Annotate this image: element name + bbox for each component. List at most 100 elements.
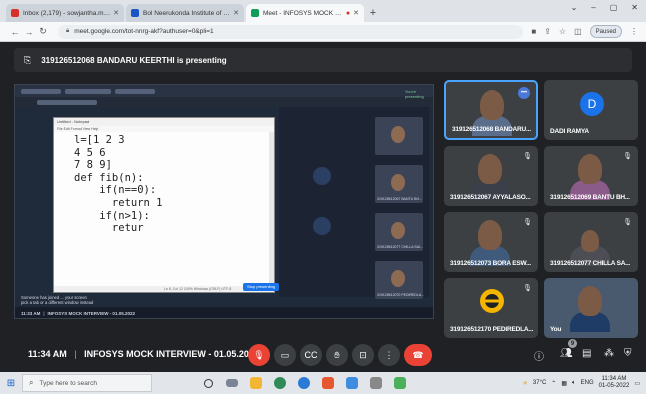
participant-video xyxy=(480,90,504,120)
participant-tile[interactable]: 🎙︎ 319126512073 BORA ESW... xyxy=(444,212,538,272)
activities-icon[interactable]: ⁂ xyxy=(604,348,614,359)
hand-icon: ✋︎ xyxy=(334,349,340,360)
sidebar-icon[interactable]: ◫ xyxy=(574,27,582,36)
chevron-up-icon[interactable]: ⌃ xyxy=(551,380,556,387)
present-button[interactable]: ⊡ xyxy=(352,344,374,366)
more-vert-icon: ⋮ xyxy=(384,349,394,360)
participant-video xyxy=(478,220,502,250)
notepad-title: Untitled - Notepad xyxy=(54,118,274,126)
forward-icon[interactable]: → xyxy=(22,27,36,37)
network-icon[interactable]: ▦ xyxy=(561,380,567,387)
url-field[interactable]: 🔒︎ meet.google.com/tot-nnrg-akf?authuser… xyxy=(58,24,524,39)
close-icon[interactable]: ✕ xyxy=(113,9,119,17)
participant-name: You xyxy=(550,326,562,333)
cortana-icon[interactable] xyxy=(204,379,213,388)
participant-tile[interactable]: 🎙︎ 319126512067 AYYALASO... xyxy=(444,146,538,206)
screenshot-frame: Inbox (2,179) - sowjantha.mcr@ ✕ Bol Nee… xyxy=(0,0,646,394)
people-count-badge: 9 xyxy=(568,339,577,348)
tab-label: Inbox (2,179) - sowjantha.mcr@ xyxy=(23,9,111,17)
lock-icon: 🔒︎ xyxy=(66,28,70,34)
participant-tile[interactable]: D DADI RAMYA xyxy=(544,80,638,140)
raise-hand-button[interactable]: ✋︎ xyxy=(326,344,348,366)
presenting-banner: ⎘ 319126512068 BANDARU KEERTHI is presen… xyxy=(14,48,632,72)
more-options-icon[interactable]: ••• xyxy=(518,87,530,99)
tab-meet[interactable]: Meet - INFOSYS MOCK INTE ● ✕ xyxy=(246,4,364,22)
share-icon[interactable]: ⇪ xyxy=(544,27,551,36)
menu-icon[interactable]: ⋮ xyxy=(630,27,638,36)
shared-participant-panel: 319126512067 BANTU BH... 319126512077 CH… xyxy=(279,107,429,299)
participant-tile[interactable]: 🎙︎ 319126512170 PEDIREDLA... xyxy=(444,278,538,338)
reload-icon[interactable]: ↻ xyxy=(36,26,50,37)
store-icon[interactable] xyxy=(346,377,358,389)
participant-tile[interactable]: 🎙︎ 319126512077 CHILLA SA... xyxy=(544,212,638,272)
separator: | xyxy=(43,311,45,316)
notifications-icon[interactable]: ▭ xyxy=(634,380,640,387)
code-editor: l=[1 2 34 5 67 8 9] def fib(n): if(n==0):… xyxy=(54,132,274,235)
plus-icon[interactable]: + xyxy=(366,4,380,22)
window-controls: ⌄ – ▢ ✕ xyxy=(571,3,638,12)
shared-meet-footer: 11:33 AM | INFOSYS MOCK INTERVIEW - 01.0… xyxy=(15,307,433,318)
close-icon[interactable]: ✕ xyxy=(353,9,359,17)
edge-icon[interactable] xyxy=(298,377,310,389)
gmail-icon xyxy=(11,9,19,17)
participant-tile[interactable]: ••• 319126512068 BANDARU... xyxy=(444,80,538,140)
office-icon[interactable] xyxy=(322,377,334,389)
info-icon[interactable]: ⓘ xyxy=(534,348,544,363)
hang-up-icon: ☎︎ xyxy=(412,349,424,360)
camera-indicator-icon[interactable]: ■ xyxy=(531,27,536,36)
tab-institute[interactable]: Bol Neerukonda Institute of Tec ✕ xyxy=(126,4,244,22)
mic-off-icon: 🎙︎ xyxy=(623,153,632,160)
code-line: 7 8 9] xyxy=(74,159,112,172)
code-line: return 1 xyxy=(74,196,163,209)
share-notice: Someone has joined ... your screen pick … xyxy=(21,295,93,305)
file-explorer-icon[interactable] xyxy=(250,377,262,389)
chrome-icon[interactable] xyxy=(274,377,286,389)
shared-tile: 319126512070 PEDIREDLA... xyxy=(375,261,424,299)
more-options-button[interactable]: ⋮ xyxy=(378,344,400,366)
participant-name: 319126512069 BANTU BH... xyxy=(550,194,630,201)
close-icon[interactable]: ✕ xyxy=(631,3,638,12)
mic-off-icon: 🎙︎ xyxy=(523,219,532,226)
shared-title: INFOSYS MOCK INTERVIEW - 01.05.2022 xyxy=(47,311,135,316)
shared-tile: 319126512067 BANTU BH... xyxy=(375,165,423,203)
clock[interactable]: 11:34 AM 01-05-2022 xyxy=(599,376,630,390)
maximize-icon[interactable]: ▢ xyxy=(610,3,618,12)
stop-presenting-button[interactable]: Stop presenting xyxy=(243,283,280,291)
close-icon[interactable]: ✕ xyxy=(233,9,239,17)
profile-button[interactable]: Paused xyxy=(589,25,622,38)
minimize-icon[interactable]: – xyxy=(591,3,595,12)
language-indicator[interactable]: ENG xyxy=(581,380,594,386)
leave-call-button[interactable]: ☎︎ xyxy=(404,344,432,366)
profile-label: Paused xyxy=(595,28,616,35)
app-icon[interactable] xyxy=(394,377,406,389)
task-view-icon[interactable] xyxy=(226,379,238,387)
participant-tile[interactable]: 🎙︎ 319126512069 BANTU BH... xyxy=(544,146,638,206)
avatar xyxy=(313,167,331,185)
windows-start-icon[interactable]: ⊞ xyxy=(0,372,22,394)
mic-off-button[interactable]: 🎙︎ xyxy=(248,344,270,366)
tile-label: 319126512067 BANTU BH... xyxy=(377,197,422,201)
url-text: meet.google.com/tot-nnrg-akf?authuser=0&… xyxy=(74,28,214,35)
host-controls-icon[interactable]: ⛨ xyxy=(624,348,632,359)
chevron-down-icon[interactable]: ⌄ xyxy=(571,3,578,12)
people-icon[interactable]: 👥︎ xyxy=(560,348,573,359)
volume-icon[interactable]: 🔈︎ xyxy=(572,380,576,387)
present-icon: ⎘ xyxy=(24,54,32,65)
captions-button[interactable]: CC xyxy=(300,344,322,366)
windows-taskbar: ⊞ ⌕ Type here to search ☀︎ 37°C ⌃ ▦ 🔈︎ E… xyxy=(0,372,646,394)
avatar xyxy=(313,217,331,235)
tab-gmail[interactable]: Inbox (2,179) - sowjantha.mcr@ ✕ xyxy=(6,4,124,22)
taskbar-search[interactable]: ⌕ Type here to search xyxy=(22,374,152,392)
camera-button[interactable]: ▭ xyxy=(274,344,296,366)
participant-tile-self[interactable]: You xyxy=(544,278,638,338)
star-icon[interactable]: ☆ xyxy=(559,27,566,36)
settings-icon[interactable] xyxy=(370,377,382,389)
code-line: def fib(n): xyxy=(74,171,144,184)
mic-off-icon: 🎙︎ xyxy=(523,153,532,160)
back-icon[interactable]: ← xyxy=(8,27,22,37)
meeting-title: INFOSYS MOCK INTERVIEW - 01.05.2022 xyxy=(84,349,259,359)
chat-icon[interactable]: ▤ xyxy=(582,348,591,359)
tab-label: Meet - INFOSYS MOCK INTE xyxy=(263,9,343,17)
participant-name: 319126512077 CHILLA SA... xyxy=(550,260,631,267)
meeting-time: 11:34 AM xyxy=(28,349,67,359)
